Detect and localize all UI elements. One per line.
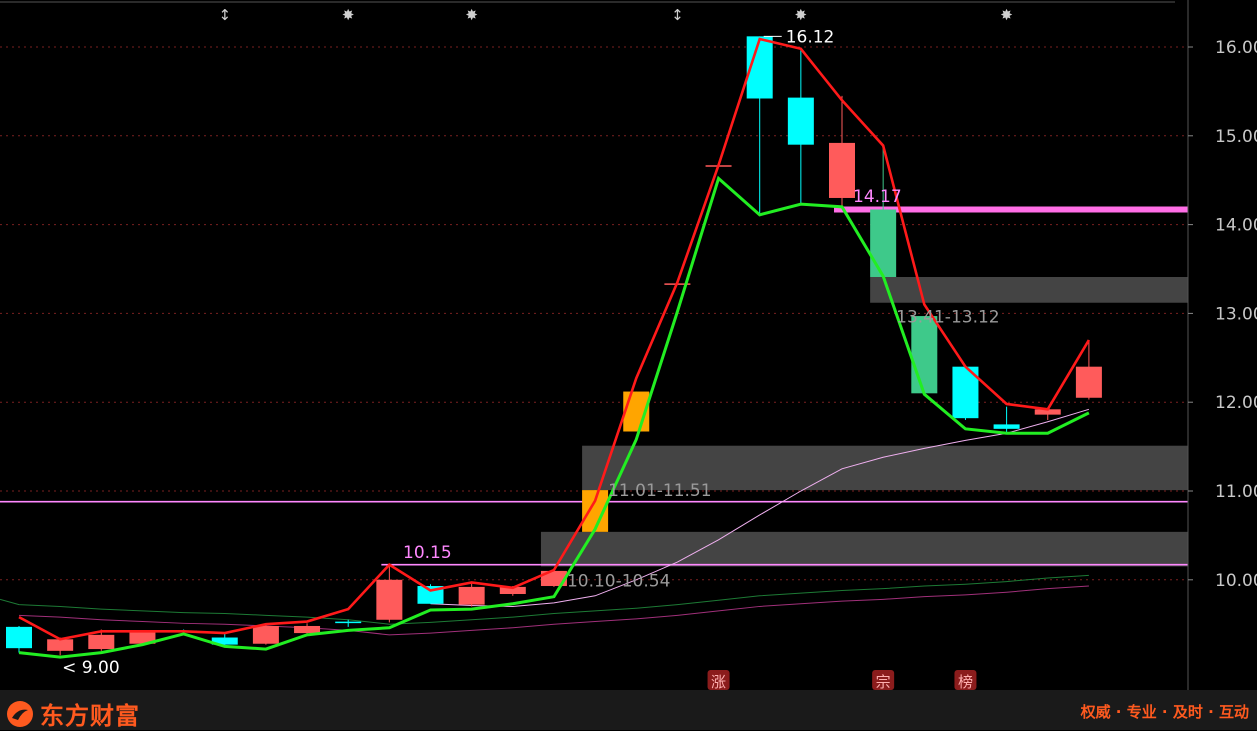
candle-body (1075, 366, 1102, 398)
candle-body (458, 586, 485, 605)
candle-body (993, 424, 1020, 429)
footer-bar: 东方财富 权威 · 专业 · 及时 · 互动 (0, 690, 1257, 730)
y-tick-label: 11.00 (1215, 482, 1257, 502)
candle-body (47, 639, 74, 651)
low-label: < 9.00 (62, 658, 120, 678)
zone-1 (540, 531, 1188, 567)
top-marker-icon: ✸ (342, 6, 355, 24)
slogan: 权威 · 专业 · 及时 · 互动 (1080, 703, 1249, 721)
candle-body (294, 625, 321, 634)
candle-body (252, 625, 279, 644)
top-marker-icon: ✸ (465, 6, 478, 24)
level-label: 10.15 (403, 543, 452, 563)
zone-label: 10.10-10.54 (567, 571, 670, 591)
top-marker-icon: ✸ (1000, 6, 1013, 24)
y-tick-label: 13.00 (1215, 304, 1257, 324)
candle-body (787, 97, 814, 145)
level-label: 14.17 (853, 187, 902, 207)
top-marker-icon: ✸ (795, 6, 808, 24)
event-tag: 涨 (711, 673, 726, 690)
high-label: 16.12 (786, 27, 835, 47)
y-tick-label: 16.00 (1215, 38, 1257, 58)
zone-label: 11.01-11.51 (608, 481, 711, 501)
top-marker-icon: ↕ (671, 6, 684, 24)
y-tick-label: 14.00 (1215, 216, 1257, 236)
zone-label: 13.41-13.12 (896, 308, 999, 328)
candle-body (88, 634, 115, 650)
brand-name: 东方财富 (40, 702, 140, 730)
event-tag: 宗 (876, 673, 891, 690)
brand: 东方财富 (6, 696, 140, 731)
brand-logo-icon (7, 700, 33, 727)
top-marker-icon: ↕ (218, 6, 231, 24)
candle-body (6, 626, 32, 649)
candle-body (870, 209, 897, 277)
candle-body (376, 579, 403, 620)
candle-body (829, 142, 855, 198)
y-tick-label: 12.00 (1215, 393, 1257, 413)
y-tick-label: 15.00 (1215, 127, 1257, 147)
candlestick-chart: 11.01-11.51 10.10-10.54 13.41-13.12 16.12 < … (0, 0, 1257, 690)
event-tag: 榜 (958, 673, 973, 690)
y-tick-label: 10.00 (1215, 571, 1257, 591)
